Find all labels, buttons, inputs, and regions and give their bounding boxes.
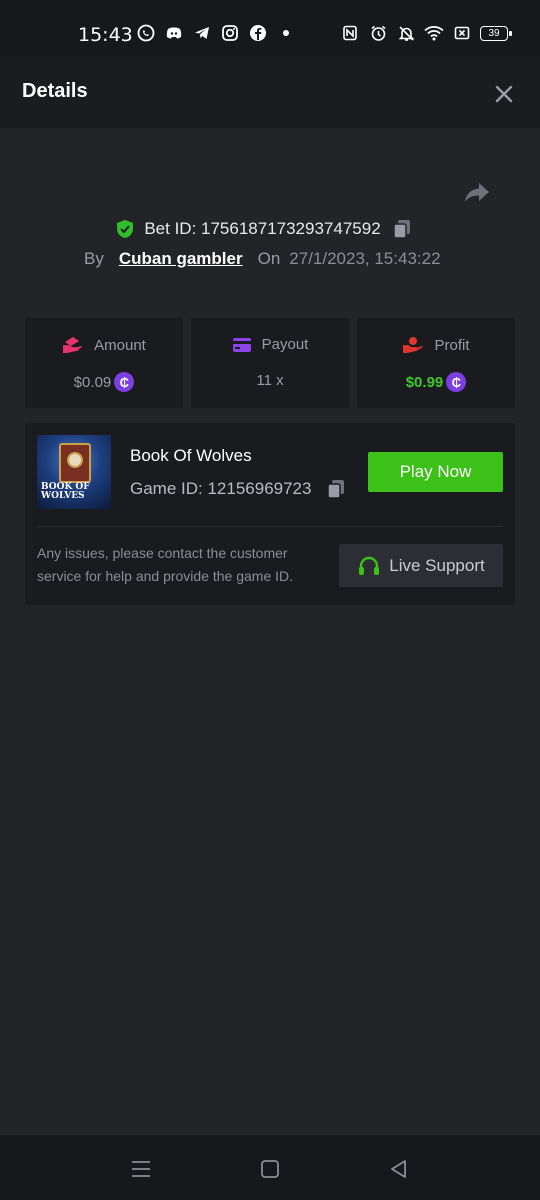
system-icons: 39 (340, 23, 512, 43)
on-label: On (257, 249, 281, 268)
game-card: BOOK OF WOLVES Book Of Wolves Game ID: 1… (25, 423, 515, 605)
home-icon (261, 1160, 279, 1178)
profit-value: $0.99 (405, 373, 444, 391)
back-icon (391, 1160, 406, 1178)
payout-card-icon (232, 337, 251, 352)
copy-game-id-icon[interactable] (325, 478, 347, 500)
page-title: Details (22, 80, 88, 102)
recents-button[interactable] (129, 1157, 153, 1181)
bet-id-row: Bet ID: 1756187173293747592 (0, 214, 540, 244)
notification-icons (136, 23, 296, 43)
game-id-row: Game ID: 12156969723 (130, 478, 347, 500)
status-time: 15:43 (78, 24, 133, 46)
by-label: By (84, 249, 104, 268)
instagram-icon (220, 23, 240, 43)
game-logo-line2: WOLVES (41, 491, 85, 501)
dot-icon (276, 23, 296, 43)
close-button[interactable] (490, 80, 518, 108)
coin-icon: ₵ (446, 372, 467, 392)
payout-label: Payout (261, 336, 309, 353)
play-now-button[interactable]: Play Now (368, 452, 503, 492)
details-header: Details (0, 56, 540, 128)
eye-artwork (67, 452, 83, 468)
payout-value: 11 x (256, 372, 284, 389)
profit-label: Profit (434, 336, 470, 354)
wifi-icon (424, 23, 444, 43)
divider (37, 526, 503, 527)
system-nav-bar (0, 1134, 540, 1200)
support-notice: Any issues, please contact the customer … (37, 545, 294, 584)
copy-bet-id-icon[interactable] (391, 218, 413, 240)
headset-icon (359, 556, 380, 575)
profit-icon (403, 337, 424, 353)
amount-icon (63, 337, 83, 353)
amount-label: Amount (94, 336, 146, 354)
home-button[interactable] (258, 1157, 282, 1181)
user-link[interactable]: Cuban gambler (119, 249, 243, 269)
game-id: Game ID: 12156969723 (130, 479, 312, 498)
game-thumbnail[interactable]: BOOK OF WOLVES (37, 435, 111, 509)
status-bar: 15:43 39 (0, 0, 540, 56)
telegram-icon (192, 23, 212, 43)
battery-level: 39 (488, 27, 500, 39)
battery-icon: 39 (480, 25, 512, 41)
bet-id: Bet ID: 1756187173293747592 (144, 219, 381, 238)
menu-icon (132, 1161, 150, 1177)
close-icon (495, 85, 513, 103)
live-support-button[interactable]: Live Support (339, 544, 503, 587)
discord-icon (164, 23, 184, 43)
share-button[interactable] (460, 176, 494, 210)
profit-card: Profit $0.99 ₵ (357, 318, 515, 408)
verified-shield-icon (117, 220, 134, 238)
bet-date: 27/1/2023, 15:43:22 (289, 249, 441, 268)
amount-value: $0.09 (73, 373, 112, 391)
game-logo-text: BOOK OF WOLVES (41, 483, 90, 501)
share-icon (465, 183, 489, 202)
game-name[interactable]: Book Of Wolves (130, 446, 252, 466)
bet-author-row: By Cuban gambler On 27/1/2023, 15:43:22 (84, 249, 441, 273)
amount-card: Amount $0.09 ₵ (25, 318, 183, 408)
mute-icon (396, 23, 416, 43)
facebook-icon (248, 23, 268, 43)
payout-card: Payout 11 x (191, 318, 349, 408)
bet-stats: Amount $0.09 ₵ Payout 11 x Profit $0.99 … (25, 318, 515, 408)
sim-icon (452, 23, 472, 43)
coin-icon: ₵ (114, 372, 135, 392)
whatsapp-icon (136, 23, 156, 43)
nfc-icon (340, 23, 360, 43)
alarm-icon (368, 23, 388, 43)
back-button[interactable] (387, 1157, 411, 1181)
live-support-label: Live Support (389, 555, 485, 575)
